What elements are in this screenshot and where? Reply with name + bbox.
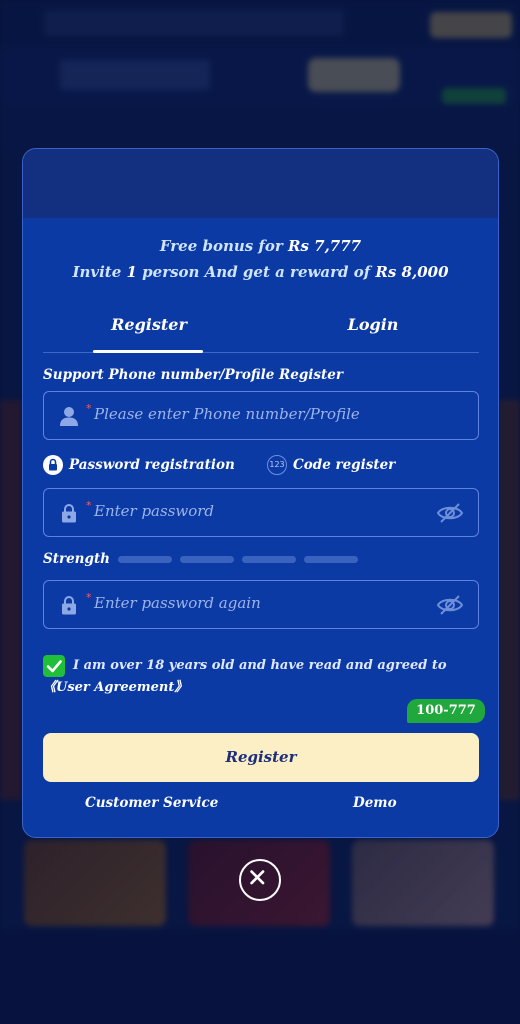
password-placeholder: Enter password: [94, 502, 215, 520]
password-registration-option[interactable]: Password registration: [43, 453, 235, 477]
close-icon: [250, 870, 265, 885]
promo-bonus-amount: Rs 7,777: [288, 237, 362, 255]
lock-badge-icon: [43, 455, 63, 475]
promo-line-1-prefix: Free bonus for: [159, 237, 289, 255]
tab-register[interactable]: Register: [69, 309, 229, 353]
user-icon: [60, 407, 78, 426]
close-modal-button[interactable]: [239, 859, 281, 901]
lock-icon: [62, 596, 76, 615]
confirm-password-placeholder: Enter password again: [94, 594, 261, 612]
promo-text: Free bonus for Rs 7,777 Invite 1 person …: [23, 233, 498, 285]
registration-mode-row: Password registration 123 Code register: [43, 453, 479, 477]
eye-off-icon[interactable]: [436, 593, 464, 617]
strength-segment: [304, 555, 358, 563]
register-submit-button[interactable]: Register: [43, 733, 479, 782]
customer-service-link[interactable]: Customer Service: [85, 795, 218, 811]
promo-invite-count: 1: [126, 263, 137, 281]
phone-field[interactable]: * Please enter Phone number/Profile: [43, 391, 479, 440]
agreement-checkbox[interactable]: [43, 655, 65, 677]
modal-header: [23, 149, 498, 218]
tab-login[interactable]: Login: [293, 309, 453, 353]
phone-placeholder: Please enter Phone number/Profile: [94, 405, 360, 423]
password-field[interactable]: * Enter password: [43, 488, 479, 537]
agreement-statement: I am over 18 years old and have read and…: [73, 658, 447, 673]
strength-segment: [242, 555, 296, 563]
password-strength: Strength: [43, 549, 358, 569]
strength-segment: [180, 555, 234, 563]
code-register-option[interactable]: 123 Code register: [267, 453, 395, 477]
demo-link[interactable]: Demo: [353, 795, 397, 811]
user-agreement-link[interactable]: 《User Agreement》: [43, 677, 473, 699]
confirm-password-field[interactable]: * Enter password again: [43, 580, 479, 629]
password-registration-label: Password registration: [69, 457, 235, 473]
required-mark: *: [86, 402, 92, 415]
promo-reward-amount: Rs 8,000: [375, 263, 449, 281]
promo-line-2-prefix: Invite: [72, 263, 127, 281]
code-register-label: Code register: [293, 457, 396, 473]
register-section-label: Support Phone number/Profile Register: [43, 367, 343, 383]
eye-off-icon[interactable]: [436, 501, 464, 525]
auth-tabs: Register Login: [43, 309, 479, 353]
promo-chip[interactable]: 100-777: [407, 699, 485, 723]
lock-icon: [62, 504, 76, 523]
agreement-text: I am over 18 years old and have read and…: [43, 655, 473, 699]
promo-line-2: Invite 1 person And get a reward of Rs 8…: [23, 259, 498, 285]
checkmark-icon: [46, 660, 62, 673]
required-mark: *: [86, 499, 92, 512]
active-tab-indicator: [93, 350, 203, 353]
code-123-icon: 123: [267, 455, 287, 475]
strength-label: Strength: [43, 551, 110, 567]
strength-segment: [118, 555, 172, 563]
promo-line-2-middle: person And get a reward of: [136, 263, 376, 281]
required-mark: *: [86, 591, 92, 604]
register-modal: Free bonus for Rs 7,777 Invite 1 person …: [22, 148, 499, 838]
promo-line-1: Free bonus for Rs 7,777: [23, 233, 498, 259]
